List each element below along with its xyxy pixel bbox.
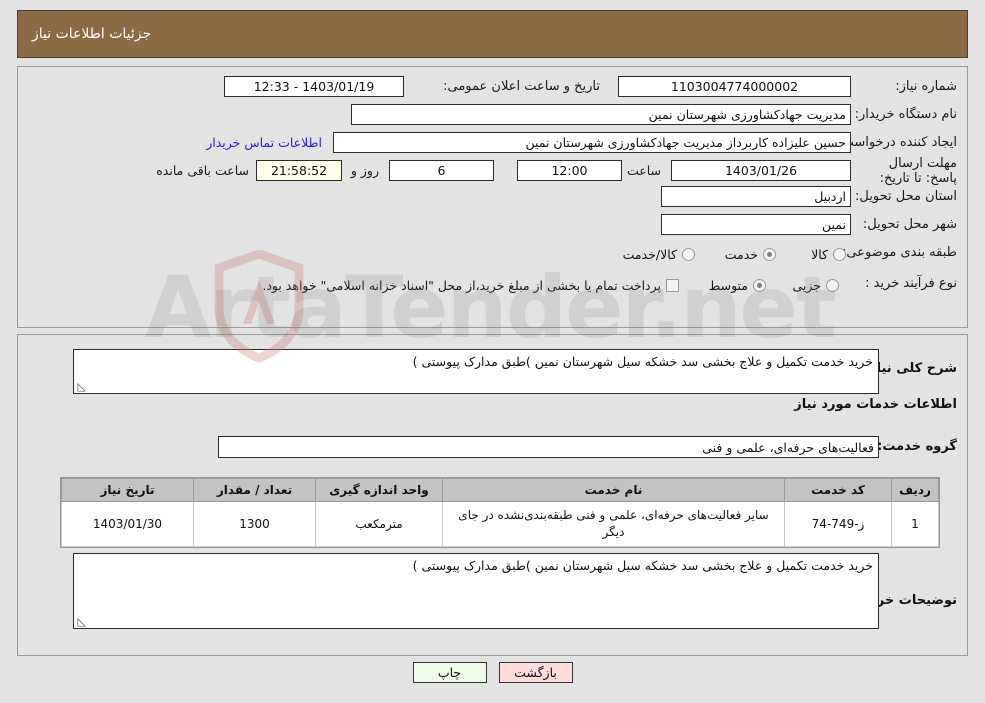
radio-dot-khedmat[interactable] [763,248,776,261]
purchase-type-label: نوع فرآیند خرید : [865,276,957,291]
radio-purchase-jozei[interactable]: جزیی [792,278,839,293]
radio-label-jozei: جزیی [792,278,821,293]
print-button[interactable]: چاپ [412,661,487,683]
checkbox-treasury-note[interactable]: پرداخت تمام یا بخشی از مبلغ خرید،از محل … [262,278,679,293]
need-number-field: شماره نیاز: [895,79,957,94]
services-table: ردیف کد خدمت نام خدمت واحد اندازه گیری ت… [61,478,939,547]
announce-date-value[interactable]: 1403/01/19 - 12:33 [224,76,404,97]
th-row: ردیف [891,478,939,502]
deadline-date-value[interactable]: 1403/01/26 [671,160,851,181]
radio-category-kala-khedmat[interactable]: کالا/خدمت [623,247,695,262]
th-name: نام خدمت [442,478,785,502]
treasury-note-text: پرداخت تمام یا بخشی از مبلغ خرید،از محل … [262,278,661,293]
radio-label-khedmat: خدمت [724,247,758,262]
cell-row: 1 [891,501,939,547]
general-description-textarea[interactable]: خرید خدمت تکمیل و علاج بخشی سد خشکه سیل … [73,349,879,394]
radio-category-kala[interactable]: کالا [811,247,846,262]
province-label: استان محل تحویل: [855,189,957,204]
need-number-value[interactable]: 1103004774000002 [618,76,851,97]
radio-dot-motavasset[interactable] [753,279,766,292]
remaining-hours-label: ساعت باقی مانده [156,163,249,178]
radio-category-khedmat[interactable]: خدمت [725,247,776,262]
buyer-org-label-wrap: نام دستگاه خریدار: [855,107,957,122]
service-group-value[interactable]: فعالیت‌های حرفه‌ای، علمی و فنی [218,436,879,458]
deadline-time-value[interactable]: 12:00 [517,160,622,181]
radio-dot-jozei[interactable] [826,279,839,292]
radio-label-kala: کالا [811,247,828,262]
th-date: تاریخ نیاز [61,478,194,502]
cell-code: ز-749-74 [784,501,892,547]
city-value[interactable]: نمین [661,214,851,235]
cell-unit: مترمکعب [315,501,443,547]
province-label-wrap: استان محل تحویل: [855,189,957,204]
back-button[interactable]: بازگشت [498,661,573,683]
creator-value[interactable]: حسین علیزاده کاربرداز مدیریت جهادکشاورزی… [333,132,851,153]
creator-label-wrap: ایجاد کننده درخواست: [837,135,957,150]
need-info-panel: شماره نیاز: 1103004774000002 تاریخ و ساع… [17,66,968,328]
services-section-heading: اطلاعات خدمات مورد نیاز [794,397,957,412]
table-row: 1 ز-749-74 سایر فعالیت‌های حرفه‌ای، علمی… [61,501,939,547]
need-details-panel: شرح کلی نیاز: خرید خدمت تکمیل و علاج بخش… [17,334,968,656]
resize-grip-icon[interactable]: ◺ [76,381,86,392]
service-group-label: گروه خدمت: [877,439,957,454]
buyer-org-label: نام دستگاه خریدار: [854,107,957,122]
radio-label-motavasset: متوسط [708,278,748,293]
th-unit: واحد اندازه گیری [315,478,443,502]
category-label-wrap: طبقه بندی موضوعی: [842,245,957,260]
radio-purchase-motavasset[interactable]: متوسط [709,278,766,293]
radio-label-kala-khedmat: کالا/خدمت [622,247,677,262]
buyer-notes-textarea[interactable]: خرید خدمت تکمیل و علاج بخشی سد خشکه سیل … [73,553,879,629]
city-label-wrap: شهر محل تحویل: [863,217,957,232]
resize-grip-icon-2[interactable]: ◺ [76,616,86,627]
hour-label: ساعت [626,163,661,178]
table-header-row: ردیف کد خدمت نام خدمت واحد اندازه گیری ت… [61,478,939,502]
city-label: شهر محل تحویل: [862,217,957,232]
remaining-days-value[interactable]: 6 [389,160,494,181]
province-value[interactable]: اردبیل [661,186,851,207]
countdown-timer-value: 21:58:52 [256,160,342,181]
buyer-org-value[interactable]: مدیریت جهادکشاورزی شهرستان نمین [351,104,851,125]
treasury-checkbox[interactable] [666,279,679,292]
services-table-wrap: ردیف کد خدمت نام خدمت واحد اندازه گیری ت… [60,477,940,548]
purchase-type-label-wrap: نوع فرآیند خرید : [865,276,957,291]
deadline-label-wrap: مهلت ارسال پاسخ: تا تاریخ: [857,156,957,187]
buyer-notes-text: خرید خدمت تکمیل و علاج بخشی سد خشکه سیل … [412,558,873,573]
buyer-contact-link[interactable]: اطلاعات تماس خریدار [206,135,322,150]
deadline-label: مهلت ارسال پاسخ: تا تاریخ: [879,156,957,186]
th-qty: تعداد / مقدار [193,478,316,502]
action-button-bar: بازگشت چاپ [0,660,985,684]
radio-dot-kala[interactable] [833,248,846,261]
general-description-text: خرید خدمت تکمیل و علاج بخشی سد خشکه سیل … [412,354,873,369]
announce-date-label: تاریخ و ساعت اعلان عمومی: [443,79,600,94]
creator-label: ایجاد کننده درخواست: [837,135,957,150]
cell-date: 1403/01/30 [61,501,194,547]
page-header: جزئیات اطلاعات نیاز [17,10,968,58]
th-code: کد خدمت [784,478,892,502]
need-number-label: شماره نیاز: [895,79,957,94]
cell-name: سایر فعالیت‌های حرفه‌ای، علمی و فنی طبقه… [442,501,785,547]
page-title: جزئیات اطلاعات نیاز [32,26,152,42]
radio-dot-kala-khedmat[interactable] [682,248,695,261]
days-label: روز و [350,163,379,178]
category-label: طبقه بندی موضوعی: [841,245,957,260]
cell-qty: 1300 [193,501,316,547]
announce-label-wrap: تاریخ و ساعت اعلان عمومی: [443,79,600,94]
